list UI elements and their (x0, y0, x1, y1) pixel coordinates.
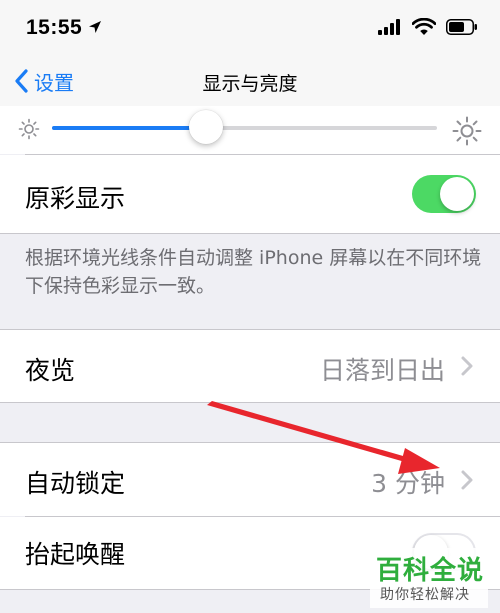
watermark-logo: 百科全说 助你轻松解决 (370, 548, 488, 608)
night-shift-value: 日落到日出 (319, 356, 445, 385)
status-bar: 15:55 (0, 0, 500, 58)
status-time: 15:55 (26, 16, 83, 39)
night-shift-label: 夜览 (25, 356, 76, 385)
sun-large-icon (452, 116, 482, 146)
true-tone-label: 原彩显示 (25, 184, 126, 213)
brightness-row (0, 106, 500, 154)
brightness-slider-fill (52, 126, 206, 130)
watermark-subtitle: 助你轻松解决 (380, 587, 470, 603)
night-shift-row[interactable]: 夜览 日落到日出 (0, 330, 500, 402)
navigation-bar: 设置 显示与亮度 (0, 58, 500, 107)
group-separator (0, 233, 500, 234)
brightness-slider-thumb[interactable] (189, 110, 223, 144)
raise-to-wake-label: 抬起唤醒 (25, 540, 126, 569)
auto-lock-value: 3 分钟 (371, 469, 445, 498)
toggle-knob (440, 177, 474, 211)
true-tone-row: 原彩显示 (0, 155, 500, 233)
watermark-title: 百科全说 (376, 556, 485, 586)
true-tone-toggle[interactable] (412, 175, 476, 213)
signal-icon (378, 19, 400, 35)
chevron-right-icon (461, 356, 473, 376)
chevron-right-icon (461, 470, 473, 490)
true-tone-footer: 根据环境光线条件自动调整 iPhone 屏幕以在不同环境下保持色彩显示一致。 (25, 247, 482, 297)
auto-lock-row[interactable]: 自动锁定 3 分钟 (0, 443, 500, 516)
sun-small-icon (18, 118, 40, 140)
location-arrow-icon (89, 21, 101, 33)
wifi-icon (412, 18, 436, 35)
auto-lock-label: 自动锁定 (25, 469, 126, 498)
group-separator (0, 402, 500, 403)
battery-icon (446, 19, 477, 35)
page-title: 显示与亮度 (202, 73, 298, 95)
